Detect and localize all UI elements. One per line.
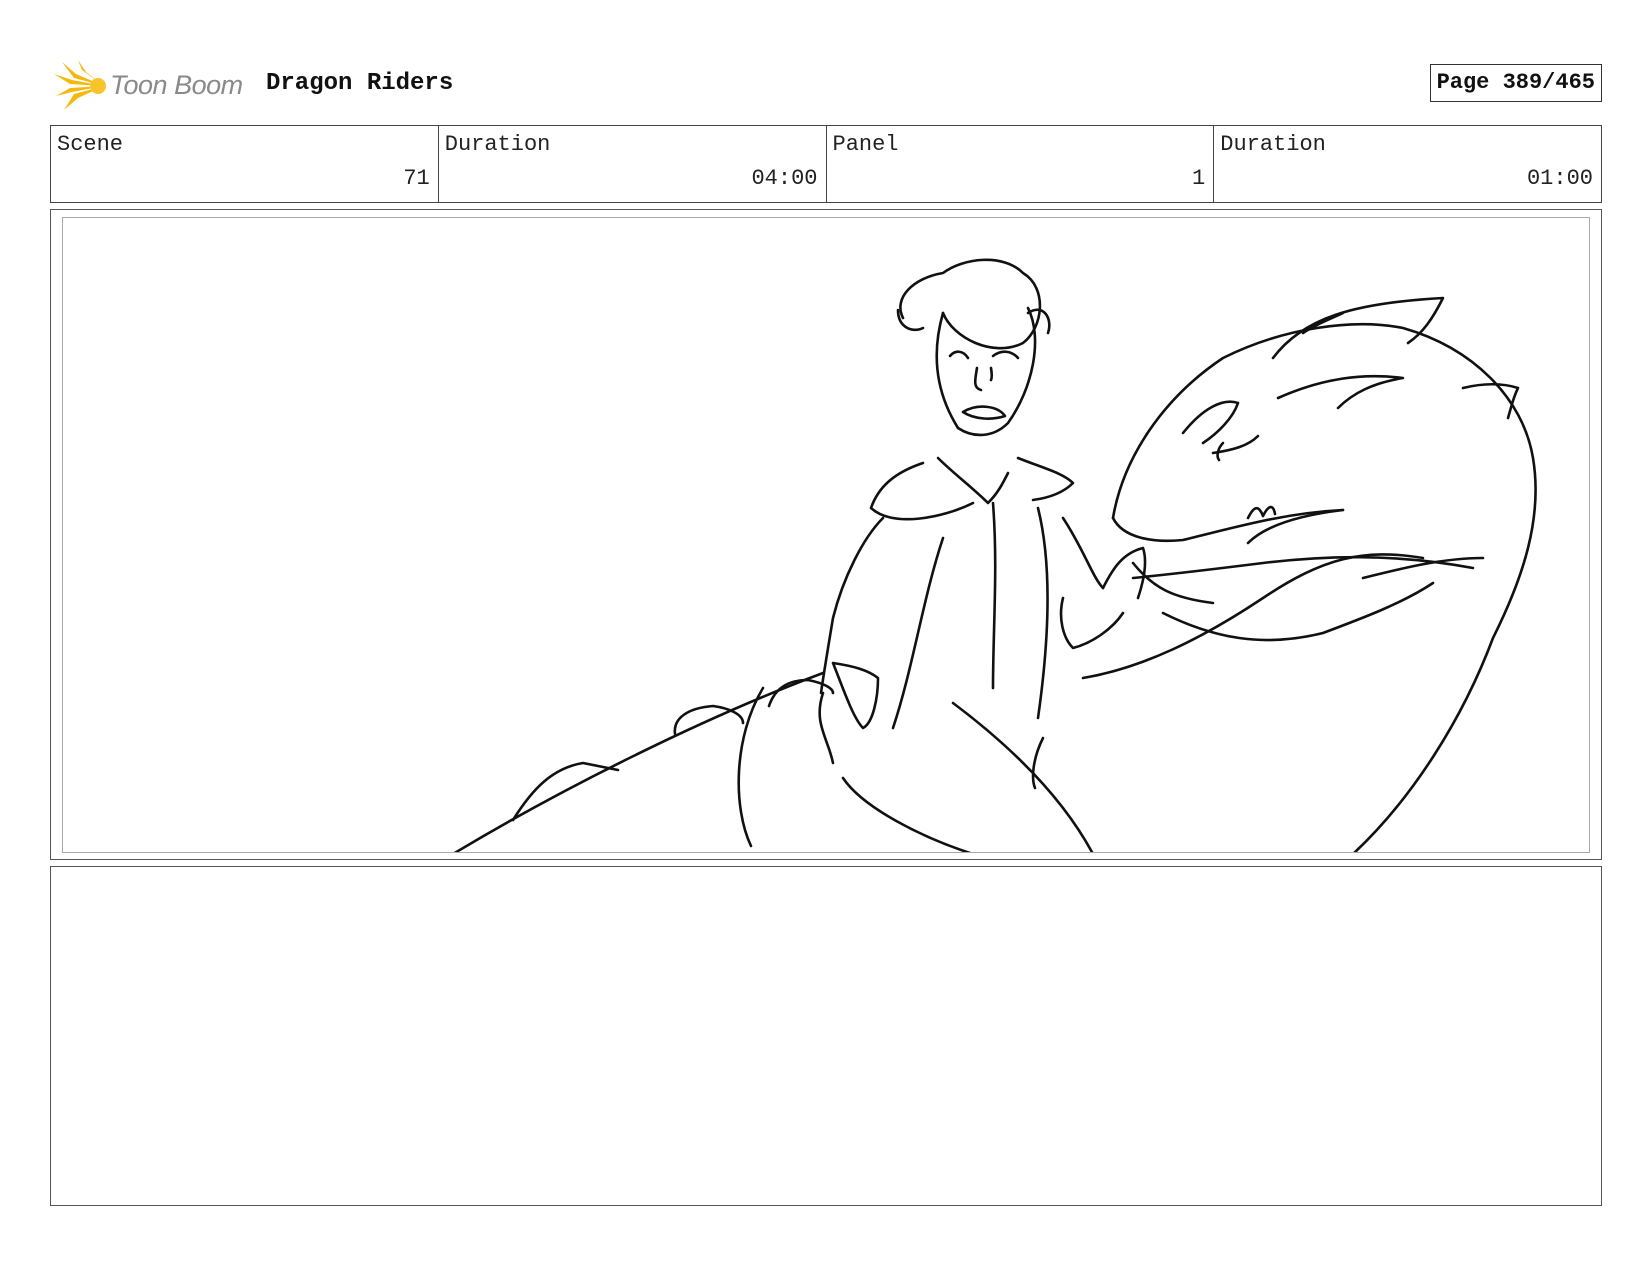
panel-label: Panel <box>832 132 899 157</box>
scene-value: 71 <box>403 166 430 191</box>
scene-duration-value: 04:00 <box>751 166 818 191</box>
scene-duration-label: Duration <box>444 132 551 157</box>
scene-duration-cell: Duration 04:00 <box>439 126 827 202</box>
panel-duration-value: 01:00 <box>1526 166 1593 191</box>
panel-sketch <box>62 217 1590 853</box>
scene-label: Scene <box>57 132 124 157</box>
panel-duration-label: Duration <box>1220 132 1326 157</box>
panel-value: 1 <box>1192 166 1206 191</box>
toon-boom-logo: Toon Boom <box>54 60 254 112</box>
brand-name: Toon Boom <box>110 70 243 100</box>
panel-duration-cell: Duration 01:00 <box>1214 126 1601 202</box>
panel-frame <box>50 209 1602 860</box>
storyboard-header: Toon Boom Dragon Riders Page 389/465 <box>50 56 1602 112</box>
scene-cell: Scene 71 <box>51 126 439 202</box>
scene-info-table: Scene 71 Duration 04:00 Panel 1 Duration… <box>50 125 1602 203</box>
starburst-icon <box>54 60 106 110</box>
sketch-drawing <box>453 258 1537 852</box>
panel-notes[interactable] <box>50 866 1602 1206</box>
panel-cell: Panel 1 <box>827 126 1215 202</box>
project-title: Dragon Riders <box>266 70 454 97</box>
page-number: Page 389/465 <box>1429 64 1602 102</box>
